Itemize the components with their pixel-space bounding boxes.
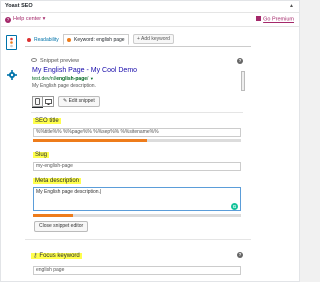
snippet-preview[interactable]: My English Page - My Cool Demo test.dev/… [32,67,238,89]
seo-title-label: SEO title [33,118,61,124]
edit-snippet-button[interactable]: ✎ Edit snippet [58,96,100,107]
eye-icon [31,58,37,62]
preview-url: test.dev/nl/english-page/ ▼ [32,76,94,82]
settings-gear-icon[interactable] [6,69,17,80]
text-cursor: | [99,189,102,195]
focus-keyword-label: ⚷ Focus keyword [31,252,82,259]
metabox-titlebar[interactable]: Yoast SEO ▲ [1,1,299,13]
url-caret-icon: ▼ [89,76,94,81]
slug-label-text: Slug [33,152,50,158]
tab-readability-label: Readability [34,36,59,43]
key-icon: ⚷ [33,253,38,259]
snippet-preview-label: Snippet preview [31,58,79,64]
desktop-preview-icon[interactable] [43,96,54,107]
tab-readability[interactable]: Readability [24,34,62,45]
preview-url-slug: english-page [56,76,88,82]
meta-description-value: My English page description. [36,189,100,195]
go-premium-label: Go Premium [263,16,294,23]
pencil-icon: ✎ [63,98,68,104]
yoast-seo-metabox: Yoast SEO ▲ ? Help center ▾ Go Premium Re… [0,0,300,282]
meta-description-label-text: Meta description [33,178,82,184]
meta-description-progress [33,214,241,217]
premium-icon [256,16,262,21]
seo-title-progress-fill [33,139,148,142]
help-center-label: Help center [13,16,42,22]
tab-keyword[interactable]: Keyword: english page [63,34,129,45]
snippet-preview-text: Snippet preview [40,58,80,64]
readability-status-icon [27,37,31,42]
focus-keyword-help-icon[interactable]: ? [237,252,243,258]
meta-description-textarea[interactable]: My English page description.| [33,187,241,211]
preview-description: My English page description. [32,83,96,89]
focus-keyword-label-text: Focus keyword [39,253,80,259]
chevron-down-icon: ▾ [42,16,46,22]
meta-description-label: Meta description [33,178,82,184]
metabox-title: Yoast SEO [5,3,33,9]
preview-scrollbar[interactable] [241,71,245,91]
analysis-tabs: Readability Keyword: english page + Add … [21,34,251,46]
edit-snippet-label: Edit snippet [68,98,95,104]
mobile-preview-icon[interactable] [32,96,43,107]
add-keyword-button[interactable]: + Add keyword [133,34,174,44]
focus-keyword-input[interactable]: english page [33,266,241,275]
traffic-light-icon[interactable] [6,35,17,50]
help-center-link[interactable]: ? Help center ▾ [5,16,45,23]
seo-title-input[interactable]: %%title%% %%page%% %%sep%% %%sitename%% [33,128,241,137]
tab-keyword-label: Keyword: english page [74,36,125,43]
collapse-icon[interactable]: ▲ [289,3,294,9]
preview-title: My English Page - My Cool Demo [32,67,138,74]
slug-label: Slug [33,152,50,158]
active-mode-indicator [32,107,43,108]
question-icon: ? [5,17,11,23]
snippet-help-icon[interactable]: ? [237,58,243,64]
seo-title-label-text: SEO title [33,118,61,124]
keyword-status-icon [67,37,71,42]
preview-url-suffix: / [87,76,89,82]
go-premium-link[interactable]: Go Premium [256,16,294,23]
slug-input[interactable]: my-english-page [33,162,241,171]
metabox-sidenav [1,27,21,282]
help-bar: ? Help center ▾ Go Premium [1,13,299,27]
close-snippet-editor-button[interactable]: Close snippet editor [34,221,89,232]
divider [31,112,243,113]
preview-url-prefix: test.dev/nl/ [32,76,57,82]
divider [25,239,251,240]
meta-description-progress-fill [33,214,73,217]
seo-title-progress [33,139,241,142]
grammarly-icon[interactable]: G [231,203,238,210]
